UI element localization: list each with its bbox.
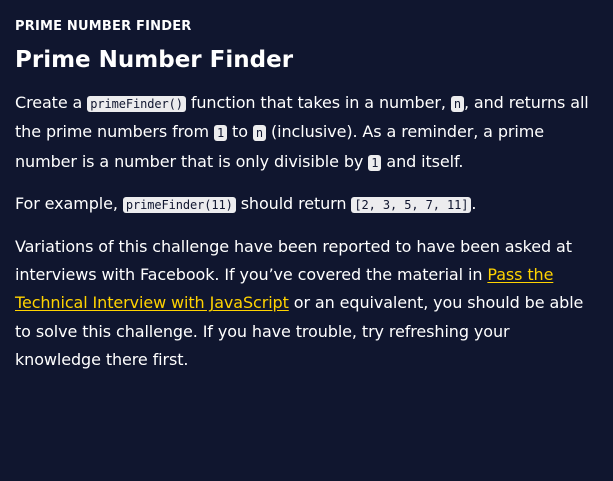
text-segment: and itself. [381,151,464,171]
inline-code: primeFinder(11) [122,197,236,214]
inline-code: 1 [368,154,382,171]
example-paragraph: For example, primeFinder(11) should retu… [15,190,598,219]
inline-code: n [252,125,267,142]
text-segment: to [227,122,253,142]
inline-code: [2, 3, 5, 7, 11] [351,197,472,214]
text-segment: function that takes in a number, [185,93,451,112]
context-paragraph: Variations of this challenge have been r… [15,233,598,375]
description-paragraph: Create a primeFinder() function that tak… [15,89,598,177]
text-segment: should return [235,194,352,214]
text-segment: For example, [15,194,123,214]
inline-code: n [450,96,464,112]
page-title: Prime Number Finder [15,47,294,73]
challenge-panel: PRIME NUMBER FINDER Prime Number Finder … [0,0,613,481]
inline-code: 1 [213,125,228,142]
section-eyebrow: PRIME NUMBER FINDER [15,19,192,34]
text-segment: Create a [15,93,88,112]
text-segment: . [471,194,477,214]
inline-code: primeFinder() [87,96,186,112]
